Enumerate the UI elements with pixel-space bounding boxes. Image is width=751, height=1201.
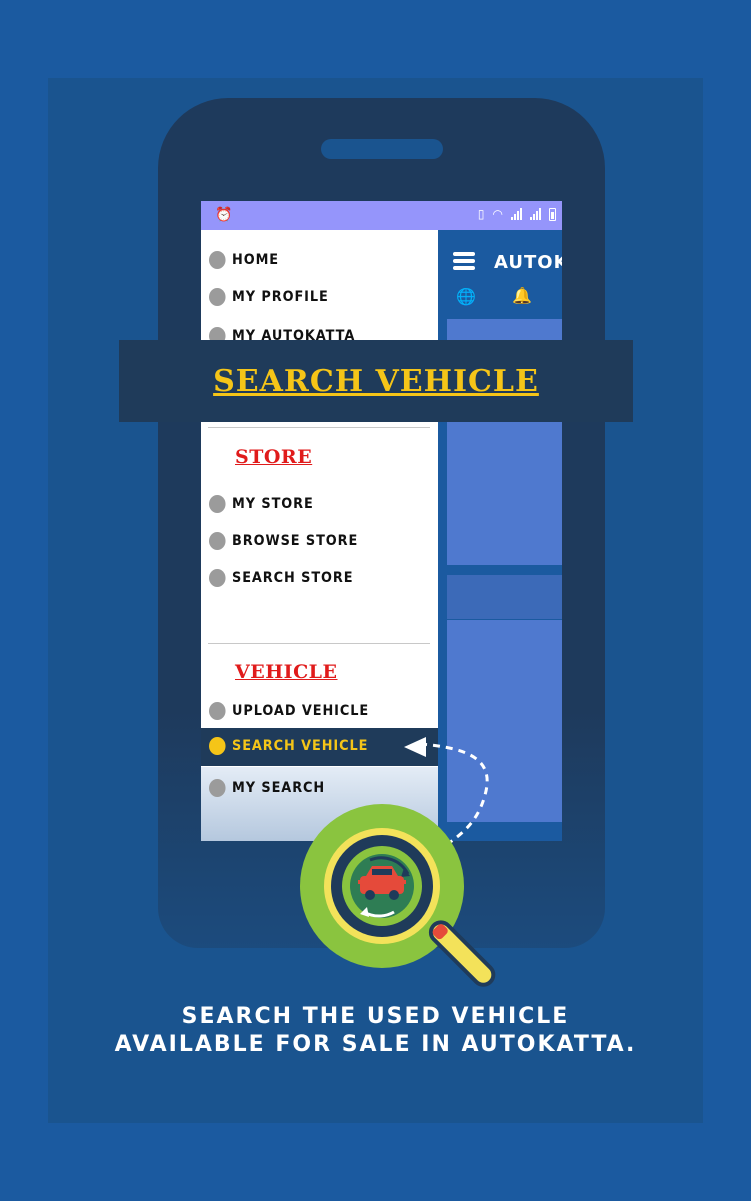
caption: SEARCH THE USED VEHICLE AVAILABLE FOR SA…	[75, 1003, 676, 1059]
caption-line-1: SEARCH THE USED VEHICLE	[181, 1004, 570, 1029]
caption-line-2: AVAILABLE FOR SALE IN AUTOKATTA.	[114, 1032, 637, 1057]
magnifier-car-icon	[300, 804, 496, 987]
